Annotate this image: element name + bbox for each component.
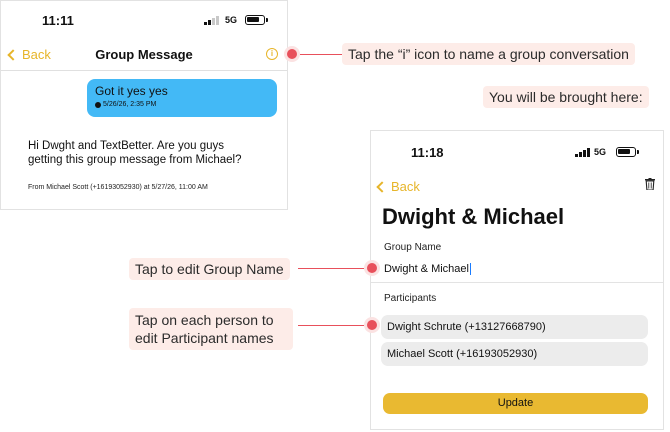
group-message-screen: 11:11 5G Back Group Message i Got it yes…	[0, 0, 288, 210]
edit-participants-callout: Tap on each person to edit Participant n…	[129, 308, 293, 350]
back-label-2: Back	[391, 179, 420, 194]
status-bar-2: 11:18 5G	[371, 131, 663, 161]
page-title: Group Message	[95, 47, 193, 62]
signal-icon-2	[575, 148, 590, 157]
group-name-marker-dot	[364, 260, 380, 276]
info-marker-dot	[284, 46, 300, 62]
chevron-left-icon-2	[376, 180, 388, 193]
trash-icon[interactable]	[645, 178, 655, 190]
nav-bar: Back Group Message i	[1, 39, 287, 71]
text-caret	[469, 263, 472, 276]
back-button-2[interactable]: Back	[376, 179, 420, 194]
received-message-meta: From Michael Scott (+16193052930) at 5/2…	[28, 184, 208, 191]
sent-message-time-text: 5/26/26, 2:35 PM	[103, 101, 157, 108]
sent-message-bubble[interactable]: Got it yes yes 5/26/26, 2:35 PM	[87, 79, 277, 117]
group-name-input[interactable]: Dwight & Michael	[384, 263, 472, 276]
info-connector-line	[300, 54, 342, 55]
brought-here-callout: You will be brought here:	[483, 86, 649, 108]
group-details-screen: 11:18 5G Back Dwight & Michael Group Nam…	[370, 130, 664, 430]
battery-icon-2	[616, 147, 639, 157]
participants-connector-line	[298, 325, 364, 326]
sent-message-text: Got it yes yes	[95, 84, 168, 98]
participants-label: Participants	[384, 293, 437, 304]
sent-message-timestamp: 5/26/26, 2:35 PM	[95, 101, 269, 108]
status-time-2: 11:18	[411, 145, 444, 160]
tap-info-callout: Tap the “i” icon to name a group convers…	[342, 43, 635, 65]
status-bar: 11:11 5G	[1, 1, 287, 31]
battery-icon	[245, 15, 268, 25]
delivered-check-icon	[95, 101, 101, 108]
group-title: Dwight & Michael	[382, 204, 565, 229]
participant-item[interactable]: Michael Scott (+16193052930)	[381, 342, 648, 366]
status-time: 11:11	[42, 13, 74, 28]
divider	[371, 282, 663, 283]
edit-participants-line-2: edit Participant names	[135, 330, 274, 346]
info-icon[interactable]: i	[266, 48, 278, 60]
update-button[interactable]: Update	[383, 393, 648, 414]
group-name-value: Dwight & Michael	[384, 263, 469, 275]
network-label: 5G	[225, 15, 238, 25]
edit-group-name-callout: Tap to edit Group Name	[129, 258, 290, 280]
participant-item[interactable]: Dwight Schrute (+13127668790)	[381, 315, 648, 339]
group-name-connector-line	[298, 268, 364, 269]
signal-icon	[204, 16, 219, 25]
received-message-text[interactable]: Hi Dwght and TextBetter. Are you guys ge…	[28, 139, 248, 167]
edit-participants-line-1: Tap on each person to	[135, 312, 274, 328]
participants-marker-dot	[364, 317, 380, 333]
group-name-label: Group Name	[384, 242, 442, 253]
network-label-2: 5G	[594, 147, 607, 157]
